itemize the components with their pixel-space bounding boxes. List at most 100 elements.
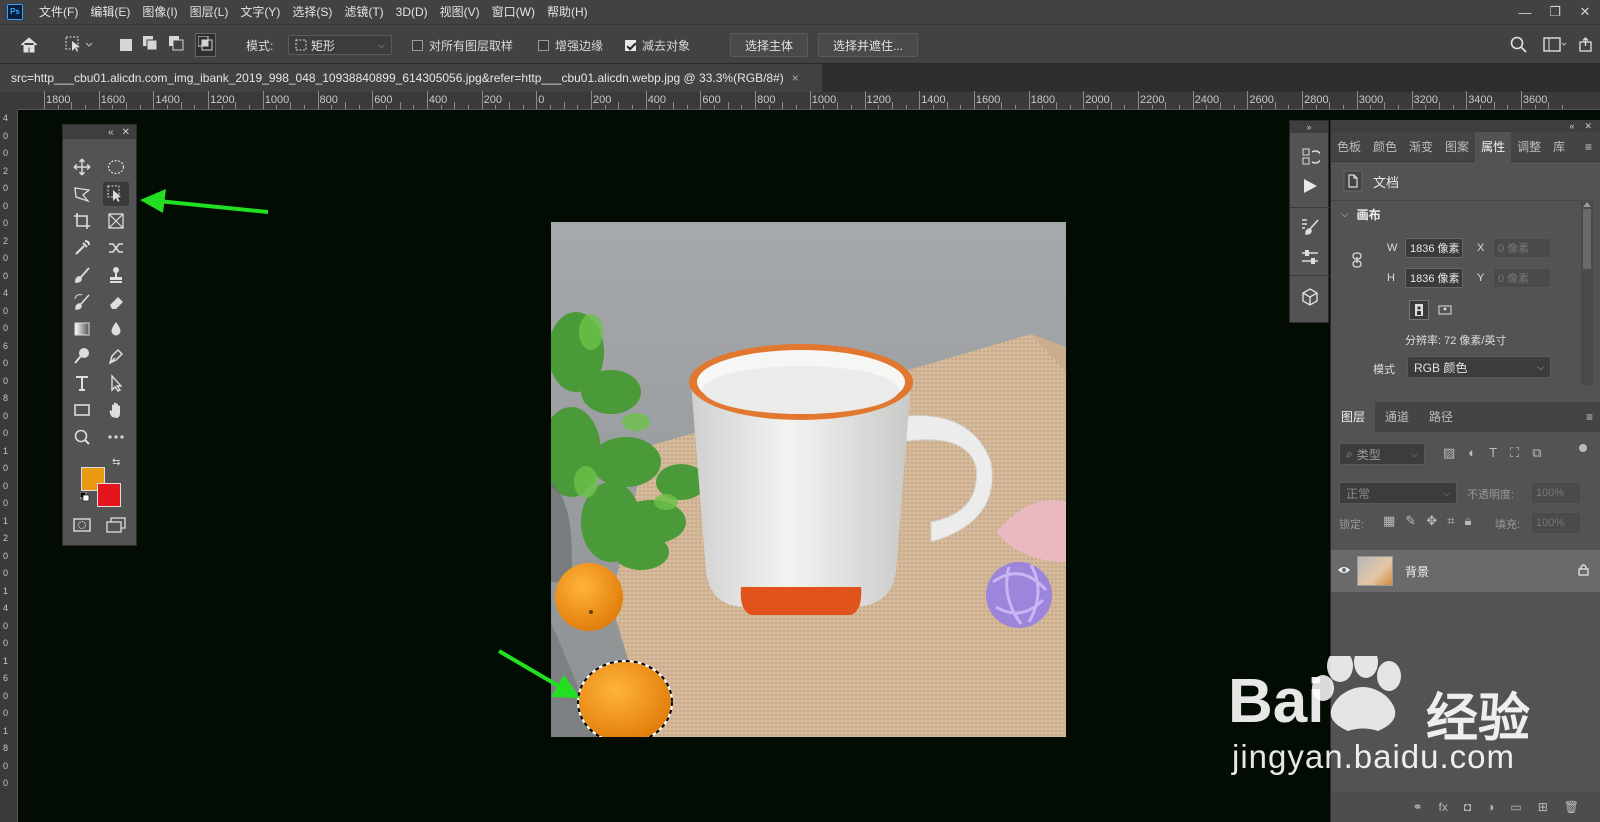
pixel-filter-icon[interactable]: ▨ [1443, 445, 1455, 461]
quick-mask-icon[interactable] [69, 513, 95, 537]
actions-panel-icon[interactable] [1302, 177, 1318, 198]
adjustments-icon[interactable] [1300, 247, 1320, 270]
right-panel-dock: «✕ 色板 颜色 渐变 图案 属性 调整 库 ≡ 文档 ⌵ 画布 W 1836 … [1330, 120, 1600, 822]
portrait-orientation-icon[interactable] [1409, 300, 1429, 320]
layer-row-background[interactable]: 背景 [1331, 550, 1600, 592]
lock-image-icon[interactable]: ✎ [1405, 513, 1416, 529]
link-layers-icon[interactable]: ⚭ [1412, 800, 1422, 814]
move-tool-icon[interactable] [69, 155, 95, 179]
width-field[interactable]: 1836 像素 [1405, 238, 1463, 258]
pen-tool-icon[interactable] [103, 344, 129, 368]
dodge-tool-icon[interactable] [69, 344, 95, 368]
filter-toggle-icon[interactable] [1579, 444, 1587, 452]
type-tool-icon[interactable] [69, 371, 95, 395]
clone-stamp-icon[interactable] [103, 263, 129, 287]
brush-tool-icon[interactable] [69, 263, 95, 287]
opacity-field[interactable]: 100% [1531, 482, 1581, 504]
collapsed-panel-strip: » [1289, 120, 1330, 323]
type-filter-icon[interactable]: T [1489, 445, 1497, 461]
gradient-tool-icon[interactable] [69, 317, 95, 341]
polygon-lasso-icon[interactable] [69, 182, 95, 206]
close-dock-icon[interactable]: ✕ [1584, 121, 1592, 132]
document-icon [1343, 170, 1363, 192]
tab-patterns[interactable]: 图案 [1439, 132, 1475, 162]
lock-label: 锁定: [1339, 519, 1365, 531]
color-mode-select[interactable]: RGB 颜色 ⌵ [1407, 356, 1551, 378]
crop-tool-icon[interactable] [69, 209, 95, 233]
resolution-text: 分辨率: 72 像素/英寸 [1405, 335, 1507, 347]
y-field[interactable]: 0 像素 [1493, 268, 1551, 288]
more-tools-icon[interactable] [103, 425, 129, 449]
object-selection-tool-icon[interactable] [103, 182, 129, 206]
fill-field[interactable]: 100% [1531, 512, 1581, 534]
rectangle-tool-icon[interactable] [69, 398, 95, 422]
smart-object-filter-icon[interactable]: ⧉ [1532, 445, 1541, 461]
eyedropper-icon[interactable] [69, 236, 95, 260]
blur-tool-icon[interactable] [103, 317, 129, 341]
lock-position-icon[interactable]: ✥ [1426, 513, 1437, 529]
tab-properties[interactable]: 属性 [1475, 131, 1512, 162]
adjustment-layer-icon[interactable]: ◑ [1487, 800, 1494, 814]
tab-adjustments[interactable]: 调整 [1511, 132, 1547, 162]
panel-menu-icon[interactable]: ≡ [1585, 140, 1592, 154]
color-mode-value: RGB 颜色 [1414, 360, 1468, 375]
lock-all-icon[interactable]: 🔒︎ [1464, 513, 1471, 529]
hand-tool-icon[interactable] [103, 398, 129, 422]
tab-layers[interactable]: 图层 [1331, 402, 1376, 432]
new-layer-icon[interactable]: ⊞ [1538, 800, 1548, 814]
landscape-orientation-icon[interactable] [1435, 300, 1455, 320]
tab-channels[interactable]: 通道 [1375, 402, 1419, 432]
frame-tool-icon[interactable] [103, 209, 129, 233]
height-field[interactable]: 1836 像素 [1405, 268, 1463, 288]
adjustment-filter-icon[interactable]: ◐ [1468, 445, 1476, 461]
screen-mode-icon[interactable] [103, 513, 129, 537]
eraser-icon[interactable] [103, 290, 129, 314]
layer-filter-select[interactable]: ⌕ 类型 ⌵ [1339, 443, 1425, 465]
fx-icon[interactable]: fx [1439, 800, 1448, 814]
close-panel-icon[interactable]: ✕ [122, 127, 130, 138]
group-icon[interactable]: ▭ [1510, 800, 1521, 814]
default-colors-icon[interactable] [79, 491, 90, 505]
visibility-eye-icon[interactable] [1337, 564, 1351, 578]
path-selection-icon[interactable] [103, 371, 129, 395]
brush-settings-icon[interactable] [1300, 217, 1320, 240]
elliptical-marquee-icon[interactable] [103, 155, 129, 179]
layer-filter-value: 类型 [1356, 447, 1381, 462]
layer-name: 背景 [1405, 564, 1430, 579]
chevron-down-icon: ⌵ [1341, 209, 1349, 220]
tab-swatches[interactable]: 色板 [1331, 132, 1367, 162]
properties-scrollbar[interactable] [1581, 200, 1593, 385]
tab-color[interactable]: 颜色 [1367, 132, 1403, 162]
chevron-down-icon: ⌵ [1537, 361, 1544, 372]
shape-filter-icon[interactable]: ⛶ [1510, 445, 1519, 461]
collapse-dock-icon[interactable]: « [1569, 121, 1574, 131]
tab-libraries[interactable]: 库 [1547, 132, 1571, 162]
mask-icon[interactable]: ◘ [1464, 800, 1471, 814]
properties-tabs: 色板 颜色 渐变 图案 属性 调整 库 ≡ [1331, 131, 1600, 162]
link-icon[interactable] [1351, 252, 1363, 271]
3d-panel-icon[interactable] [1300, 287, 1320, 310]
swap-colors-icon[interactable]: ⇆ [112, 457, 120, 468]
x-field[interactable]: 0 像素 [1493, 238, 1551, 258]
delete-layer-icon[interactable]: 🗑︎ [1564, 800, 1579, 814]
expand-panels-icon[interactable]: » [1290, 121, 1328, 133]
background-color-swatch[interactable] [97, 483, 121, 507]
layer-lock-icon [1578, 563, 1589, 579]
layers-menu-icon[interactable]: ≡ [1586, 410, 1593, 424]
width-label: W [1387, 242, 1398, 254]
zoom-tool-icon[interactable] [69, 425, 95, 449]
tab-paths[interactable]: 路径 [1419, 402, 1463, 432]
history-panel-icon[interactable] [1300, 147, 1322, 170]
lock-transparent-icon[interactable]: ▦ [1383, 513, 1395, 529]
canvas-section-header[interactable]: ⌵ 画布 [1341, 206, 1381, 223]
layer-filter-icons: ▨ ◐ T ⛶ ⧉ [1443, 445, 1542, 461]
collapse-icon[interactable]: « [108, 127, 114, 138]
content-aware-move-icon[interactable] [103, 236, 129, 260]
blend-mode-select[interactable]: 正常 ⌵ [1339, 482, 1457, 504]
lock-artboard-icon[interactable]: ⌗ [1447, 513, 1454, 529]
tab-gradient[interactable]: 渐变 [1403, 132, 1439, 162]
arrow-to-tool [140, 189, 269, 214]
history-brush-icon[interactable] [69, 290, 95, 314]
height-label: H [1387, 272, 1395, 284]
tools-panel-header[interactable]: «✕ [63, 125, 136, 139]
